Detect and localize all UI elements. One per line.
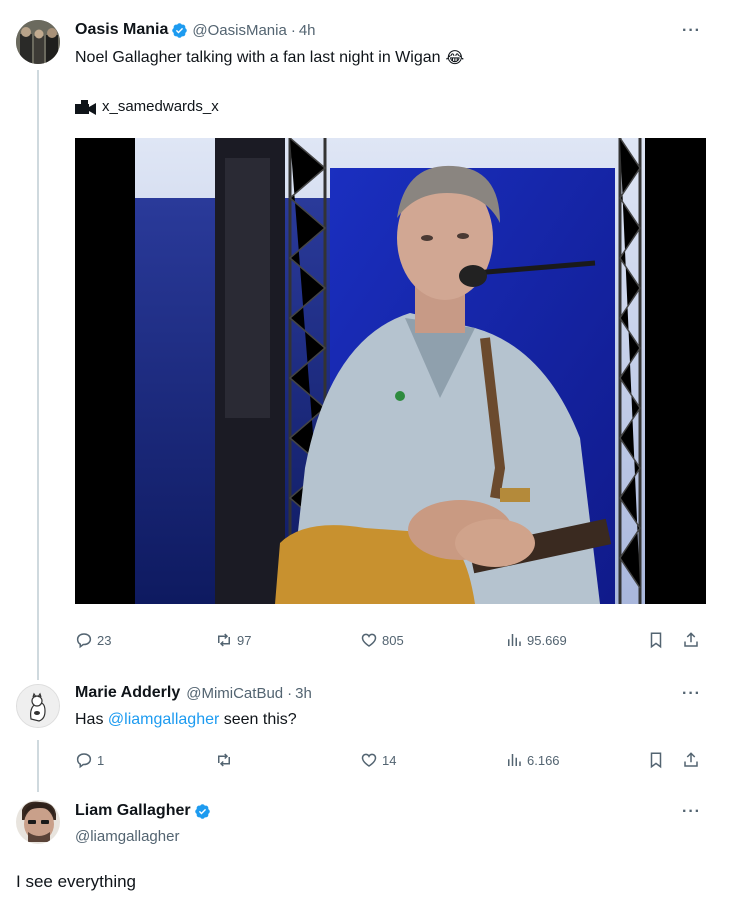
views-button[interactable]: 95.669: [505, 631, 567, 649]
heart-icon: [361, 753, 377, 767]
tweet-header: Liam Gallagher: [75, 802, 211, 820]
bookmark-button[interactable]: [647, 751, 669, 769]
verified-badge-icon: [194, 803, 210, 819]
views-icon: [508, 634, 521, 646]
reply-icon: [76, 633, 92, 649]
avatar[interactable]: [16, 20, 60, 64]
more-options-icon[interactable]: ···: [682, 803, 701, 821]
repost-icon: [218, 633, 230, 647]
reply-count: 23: [97, 632, 112, 648]
repost-button[interactable]: 97: [215, 631, 251, 649]
tweet-header: Oasis Mania @OasisMania · 4h: [75, 21, 316, 39]
timestamp[interactable]: 4h: [299, 22, 316, 39]
author-handle[interactable]: @liamgallagher: [75, 828, 179, 845]
timestamp[interactable]: 3h: [295, 685, 312, 702]
avatar[interactable]: [16, 800, 60, 844]
share-icon: [684, 632, 698, 647]
credit-username: x_samedwards_x: [102, 98, 219, 115]
tweet-text: Has @liamgallagher seen this?: [75, 711, 297, 729]
laughing-emoji: 😂: [445, 50, 465, 67]
tweet-header: Marie Adderly @MimiCatBud · 3h: [75, 684, 312, 702]
camera-icon: [75, 99, 96, 115]
thread-connector: [37, 740, 39, 792]
thread-connector: [37, 70, 39, 680]
heart-icon: [361, 633, 377, 647]
separator: ·: [290, 21, 296, 39]
author-name[interactable]: Liam Gallagher: [75, 802, 191, 820]
repost-button[interactable]: [215, 751, 237, 769]
reply-button[interactable]: 23: [75, 631, 111, 649]
author-handle[interactable]: @OasisMania: [192, 22, 286, 39]
like-count: 805: [382, 632, 404, 648]
verified-badge-icon: [172, 22, 188, 38]
view-count: 6.166: [527, 752, 560, 768]
share-button[interactable]: [682, 751, 704, 769]
share-button[interactable]: [682, 631, 704, 649]
mention-link[interactable]: @liamgallagher: [108, 711, 219, 729]
views-icon: [508, 754, 521, 766]
tweet-body: Noel Gallagher talking with a fan last n…: [75, 49, 441, 66]
like-button[interactable]: 805: [360, 631, 404, 649]
tweet-media-photo[interactable]: [75, 138, 706, 604]
media-credit[interactable]: x_samedwards_x: [75, 98, 219, 115]
tweet-body: I see everything: [16, 872, 137, 891]
reply-icon: [76, 753, 92, 769]
like-button[interactable]: 14: [360, 751, 396, 769]
tweet-body-suffix: seen this?: [219, 711, 297, 728]
author-name[interactable]: Oasis Mania: [75, 21, 168, 39]
concert-photo: [75, 138, 706, 604]
reply-button[interactable]: 1: [75, 751, 104, 769]
repost-count: 97: [237, 632, 252, 648]
avatar[interactable]: [16, 684, 60, 728]
bookmark-button[interactable]: [647, 631, 669, 649]
tweet-text: Noel Gallagher talking with a fan last n…: [75, 48, 464, 68]
tweet-body-prefix: Has: [75, 711, 108, 728]
views-button[interactable]: 6.166: [505, 751, 560, 769]
bookmark-icon: [650, 752, 662, 769]
more-options-icon[interactable]: ···: [682, 22, 701, 40]
repost-icon: [218, 753, 230, 767]
share-icon: [684, 752, 698, 767]
more-options-icon[interactable]: ···: [682, 685, 701, 703]
author-name[interactable]: Marie Adderly: [75, 684, 180, 702]
like-count: 14: [382, 752, 397, 768]
reply-count: 1: [97, 752, 105, 768]
author-handle[interactable]: @MimiCatBud: [186, 685, 283, 702]
bookmark-icon: [650, 632, 662, 649]
view-count: 95.669: [527, 632, 567, 648]
separator: ·: [287, 684, 293, 702]
